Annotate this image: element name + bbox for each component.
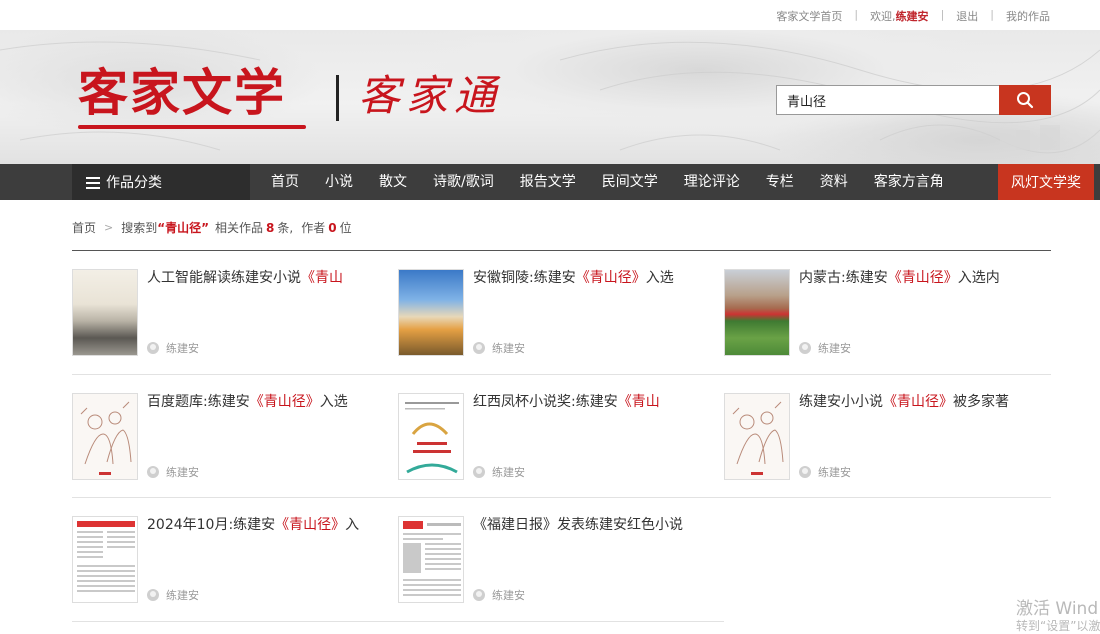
newspaper-image	[403, 521, 461, 596]
top-links: 客家文学首页 | 欢迎, 练建安 | 退出 | 我的作品	[776, 8, 1050, 24]
work-author: 练建安	[147, 587, 199, 603]
avatar-icon	[147, 589, 159, 601]
chevron-right-icon: >	[104, 221, 114, 234]
avatar-icon	[147, 465, 159, 478]
nav-item-reportage[interactable]: 报告文学	[507, 164, 589, 200]
avatar-icon	[147, 342, 159, 354]
search-input[interactable]	[776, 85, 1000, 115]
work-card[interactable]: 安徽铜陵:练建安《青山径》入选 练建安	[398, 269, 718, 357]
nav-items: 首页 小说 散文 诗歌/歌词 报告文学 民间文学 理论评论 专栏 资料 客家方言…	[258, 164, 957, 200]
header-banner: 客家文学 客家通	[0, 30, 1100, 164]
breadcrumb-home[interactable]: 首页	[72, 219, 96, 236]
work-card[interactable]: 内蒙古:练建安《青山径》入选内 练建安	[724, 269, 1044, 357]
avatar-icon	[799, 342, 811, 354]
work-thumbnail[interactable]	[398, 269, 464, 356]
work-card[interactable]: 2024年10月:练建安《青山径》入 练建安	[72, 516, 392, 604]
author-count: 0	[328, 220, 337, 235]
author-text: 作者	[301, 221, 326, 235]
newspaper-image	[77, 521, 135, 592]
os-activation-hint: 转到“设置”以激	[1016, 619, 1100, 633]
nav-item-poetry[interactable]: 诗歌/歌词	[420, 164, 507, 200]
nav-item-prose[interactable]: 散文	[366, 164, 420, 200]
author-unit: 位	[339, 221, 352, 235]
username-link[interactable]: 练建安	[896, 8, 929, 24]
os-activation-watermark: 激活 Wind	[1016, 599, 1099, 619]
results-row: 百度题库:练建安《青山径》入选 练建安 红西凤杯小说奖:练建安《青山 练建安 练…	[72, 375, 1051, 498]
work-title[interactable]: 2024年10月:练建安《青山径》入	[147, 516, 387, 534]
nav-item-novel[interactable]: 小说	[312, 164, 366, 200]
nav-item-theory[interactable]: 理论评论	[671, 164, 753, 200]
nav-item-award[interactable]: 风灯文学奖	[998, 164, 1094, 200]
work-title[interactable]: 红西凤杯小说奖:练建安《青山	[473, 393, 713, 411]
work-card[interactable]: 《福建日报》发表练建安红色小说 练建安	[398, 516, 718, 604]
work-author: 练建安	[147, 340, 199, 356]
works-unit: 条,	[277, 221, 294, 235]
search-icon	[1017, 92, 1034, 109]
breadcrumb: 首页 > 搜索到 “青山径” 相关作品 8 条, 作者 0 位	[72, 219, 352, 236]
site-logo[interactable]: 客家文学	[78, 63, 286, 123]
nav-item-materials[interactable]: 资料	[807, 164, 861, 200]
results-row: 人工智能解读练建安小说《青山 练建安 安徽铜陵:练建安《青山径》入选 练建安 内…	[72, 251, 1051, 375]
results-grid: 人工智能解读练建安小说《青山 练建安 安徽铜陵:练建安《青山径》入选 练建安 内…	[72, 251, 1051, 622]
work-thumbnail[interactable]	[72, 392, 138, 480]
nav-item-dialect[interactable]: 客家方言角	[861, 164, 957, 200]
work-author: 练建安	[799, 464, 851, 480]
work-title[interactable]: 百度题库:练建安《青山径》入选	[147, 393, 387, 411]
work-author: 练建安	[473, 587, 525, 603]
work-title[interactable]: 安徽铜陵:练建安《青山径》入选	[473, 269, 713, 287]
work-thumbnail[interactable]	[398, 516, 464, 603]
work-author: 练建安	[473, 464, 525, 480]
main-nav: 作品分类 首页 小说 散文 诗歌/歌词 报告文学 民间文学 理论评论 专栏 资料…	[0, 164, 1100, 200]
work-author: 练建安	[473, 340, 525, 356]
sketch-image	[732, 401, 784, 475]
works-count: 8	[266, 220, 275, 235]
avatar-icon	[799, 465, 811, 478]
category-label: 作品分类	[106, 175, 162, 191]
work-title[interactable]: 内蒙古:练建安《青山径》入选内	[799, 269, 1039, 287]
my-works-link[interactable]: 我的作品	[1006, 8, 1050, 24]
nav-item-column[interactable]: 专栏	[753, 164, 807, 200]
work-thumbnail[interactable]	[398, 392, 464, 480]
work-thumbnail[interactable]	[724, 392, 790, 480]
logo-divider	[336, 75, 339, 121]
work-title[interactable]: 人工智能解读练建安小说《青山	[147, 269, 387, 287]
avatar-icon	[473, 465, 485, 478]
work-title[interactable]: 《福建日报》发表练建安红色小说	[473, 516, 713, 534]
work-card[interactable]: 红西凤杯小说奖:练建安《青山 练建安	[398, 392, 718, 481]
work-card[interactable]: 人工智能解读练建安小说《青山 练建安	[72, 269, 392, 357]
avatar-icon	[473, 589, 485, 601]
logo-underline	[78, 125, 306, 129]
work-author: 练建安	[147, 464, 199, 480]
logo-script: 客家通	[358, 71, 503, 120]
sketch-image	[80, 401, 132, 475]
search-keyword: “青山径”	[157, 221, 210, 235]
poster-image	[405, 401, 459, 473]
works-text: 相关作品	[215, 221, 264, 235]
category-menu-button[interactable]: 作品分类	[72, 164, 250, 200]
separator: |	[854, 8, 859, 21]
work-thumbnail[interactable]	[72, 269, 138, 356]
home-link[interactable]: 客家文学首页	[776, 8, 842, 24]
results-row: 2024年10月:练建安《青山径》入 练建安 《福建日报》发表练建安红色小说 练…	[72, 498, 724, 622]
separator: |	[990, 8, 994, 21]
top-bar: 客家文学首页 | 欢迎, 练建安 | 退出 | 我的作品	[0, 0, 1100, 30]
work-card[interactable]: 练建安小小说《青山径》被多家著 练建安	[724, 392, 1044, 481]
separator: |	[940, 8, 945, 21]
search-button[interactable]	[999, 85, 1051, 115]
work-thumbnail[interactable]	[72, 516, 138, 603]
work-title[interactable]: 练建安小小说《青山径》被多家著	[799, 393, 1039, 411]
breadcrumb-prefix: 搜索到	[121, 221, 158, 235]
menu-icon	[86, 176, 100, 189]
work-card[interactable]: 百度题库:练建安《青山径》入选 练建安	[72, 392, 392, 481]
work-author: 练建安	[799, 340, 851, 356]
avatar-icon	[473, 342, 485, 354]
nav-item-home[interactable]: 首页	[258, 164, 312, 200]
nav-item-folk[interactable]: 民间文学	[589, 164, 671, 200]
logout-link[interactable]: 退出	[956, 8, 978, 24]
work-thumbnail[interactable]	[724, 269, 790, 356]
welcome-text: 欢迎,	[870, 10, 896, 23]
